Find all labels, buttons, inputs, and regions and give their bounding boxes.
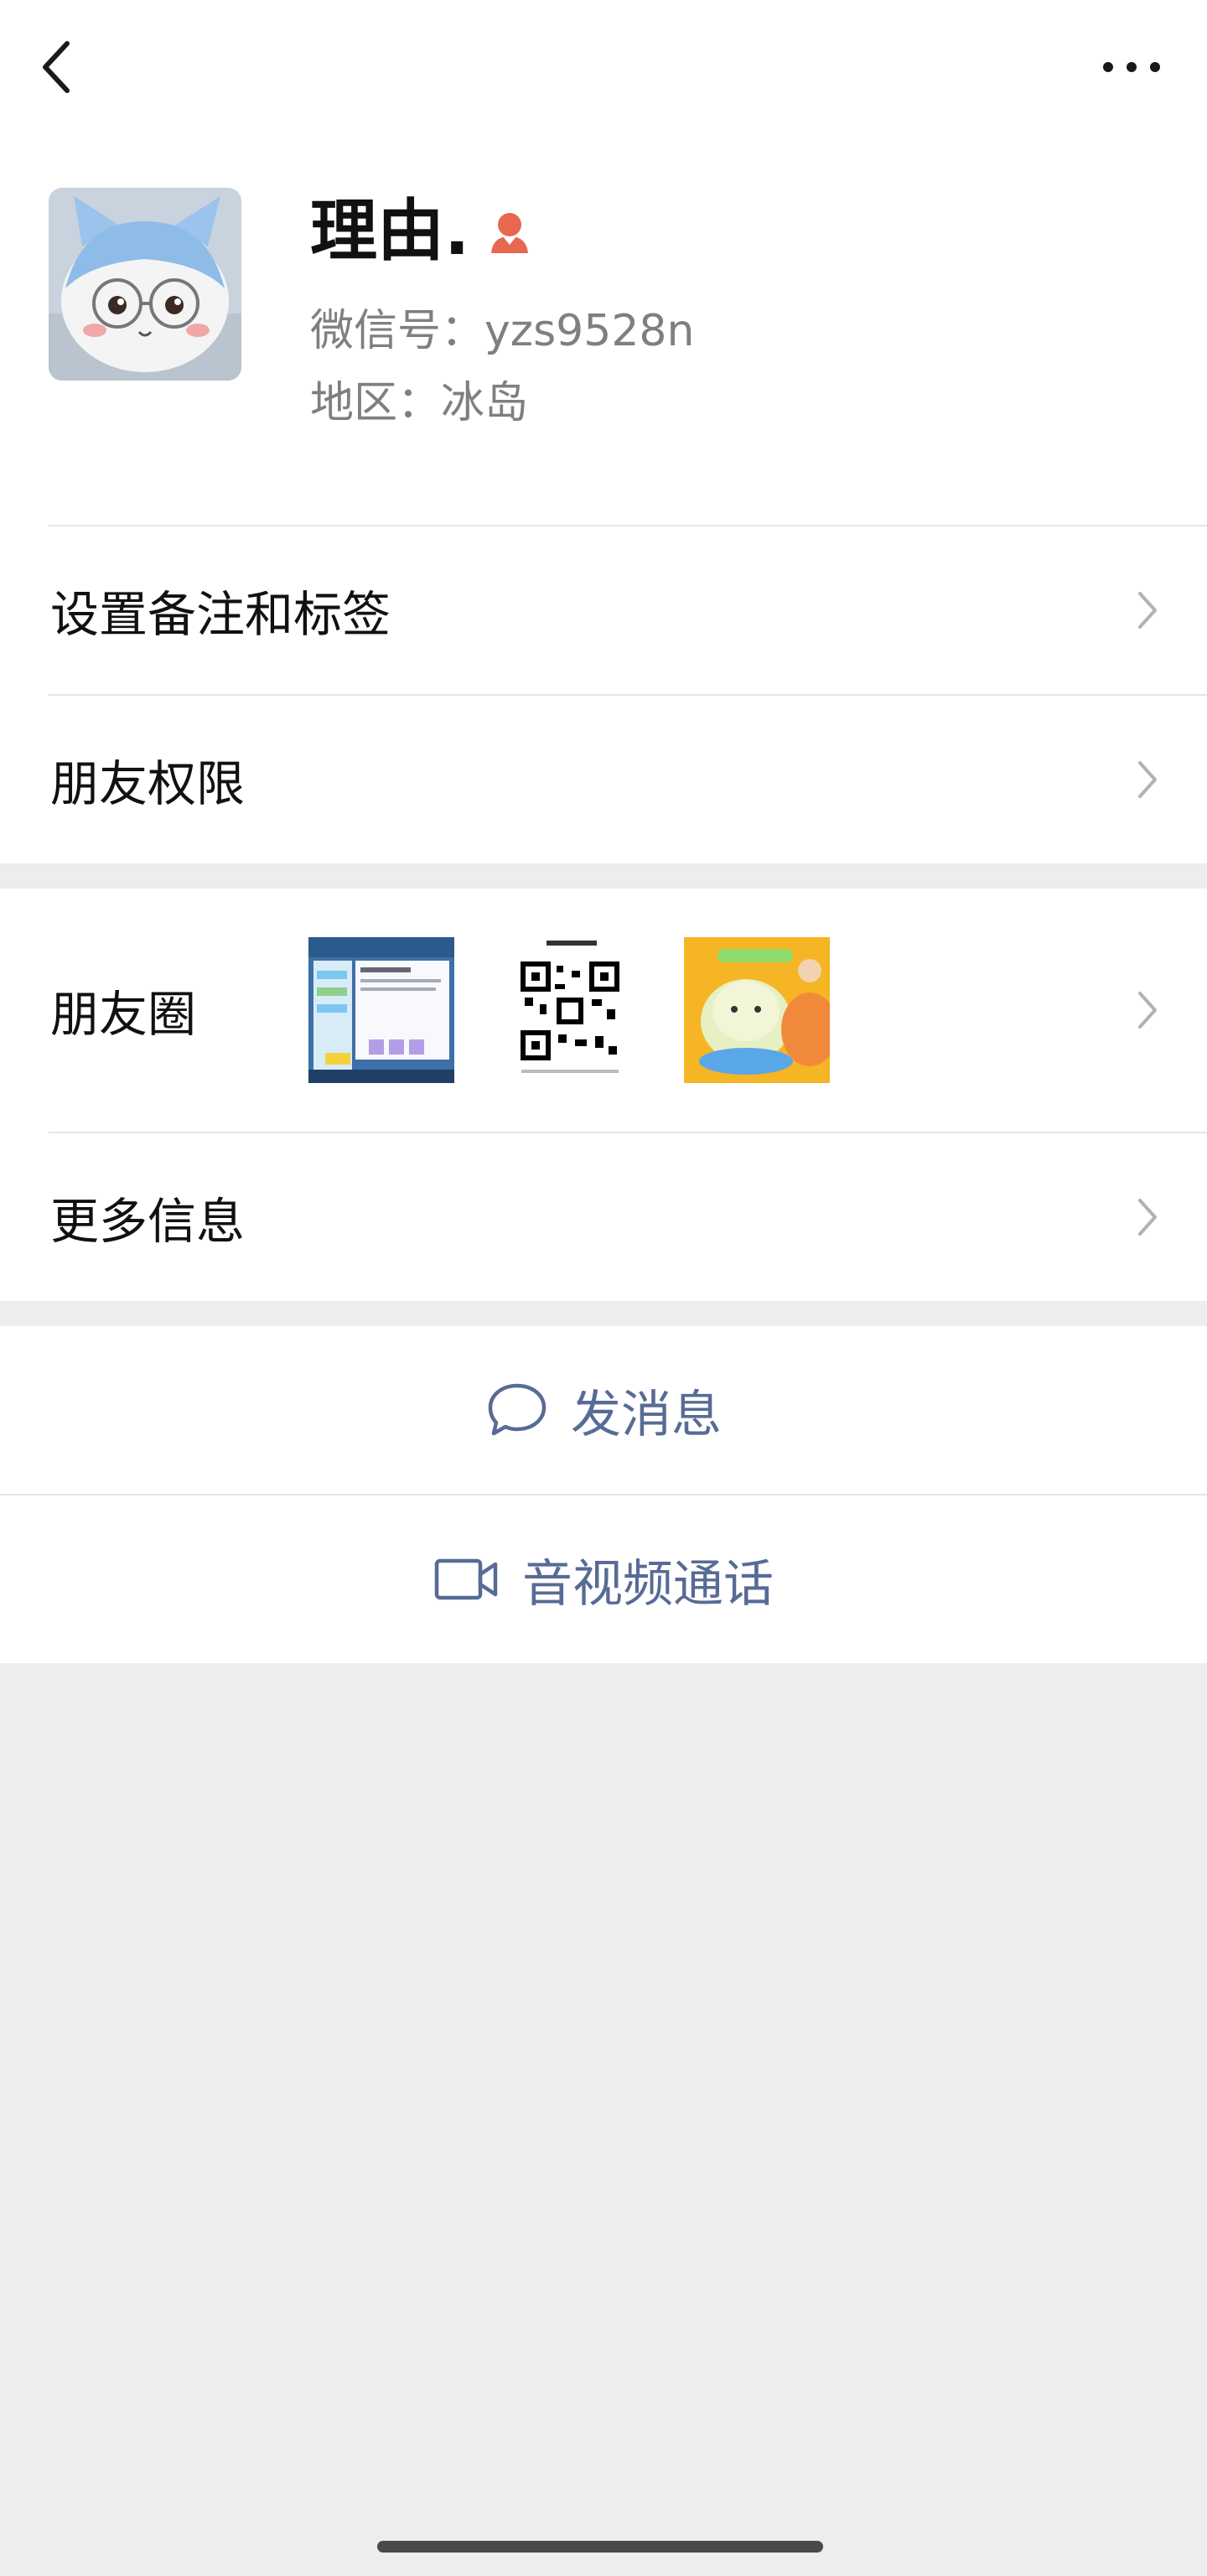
moment-thumbnail[interactable] (496, 937, 642, 1083)
cartoon-characters-thumbnail (684, 937, 830, 1083)
info-section: 朋友圈 更多信息 (0, 889, 1207, 1301)
moment-thumbnail[interactable] (308, 937, 454, 1083)
wechat-id: 微信号：yzs9528n (310, 306, 695, 356)
moments-row[interactable]: 朋友圈 (0, 889, 1207, 1132)
qr-code-thumbnail (496, 937, 642, 1083)
section-gap (0, 863, 1207, 889)
back-arrow-icon[interactable] (34, 34, 84, 101)
chevron-right-icon (1138, 992, 1157, 1029)
profile-card: 理由. 微信号：yzs9528n 地区：冰岛 设置备注和标签 朋友权限 (0, 0, 1207, 863)
remark-label: 设置备注和标签 (50, 586, 391, 643)
avatar-icon (49, 188, 241, 381)
chevron-right-icon (1138, 761, 1157, 798)
section-gap (0, 1301, 1207, 1326)
avatar[interactable] (49, 188, 241, 381)
moments-thumbnails (308, 937, 830, 1083)
female-icon (491, 213, 529, 253)
region: 地区：冰岛 (310, 378, 529, 428)
video-call-label: 音视频通话 (522, 1554, 774, 1614)
game-screenshot-thumbnail (308, 937, 454, 1083)
send-message-button[interactable]: 发消息 (0, 1326, 1207, 1494)
name-row: 理由. (310, 194, 535, 268)
send-message-label: 发消息 (571, 1385, 722, 1444)
chat-bubble-icon (488, 1383, 547, 1436)
remark-and-tags-row[interactable]: 设置备注和标签 (0, 526, 1207, 694)
moments-label: 朋友圈 (50, 986, 197, 1043)
more-dots-icon[interactable] (1098, 50, 1165, 84)
more-info-row[interactable]: 更多信息 (0, 1133, 1207, 1301)
permission-label: 朋友权限 (50, 755, 246, 812)
profile-header: 理由. 微信号：yzs9528n 地区：冰岛 (0, 134, 1207, 525)
display-name: 理由. (310, 192, 470, 270)
more-info-label: 更多信息 (50, 1193, 246, 1250)
video-camera-icon (434, 1558, 498, 1600)
friend-permission-row[interactable]: 朋友权限 (0, 696, 1207, 863)
moment-thumbnail[interactable] (684, 937, 830, 1083)
chevron-right-icon (1138, 1199, 1157, 1236)
top-navigation-bar (0, 0, 1207, 134)
chevron-right-icon (1138, 592, 1157, 629)
actions-section: 发消息 音视频通话 (0, 1326, 1207, 1663)
home-indicator[interactable] (377, 2541, 823, 2553)
video-call-button[interactable]: 音视频通话 (0, 1495, 1207, 1663)
